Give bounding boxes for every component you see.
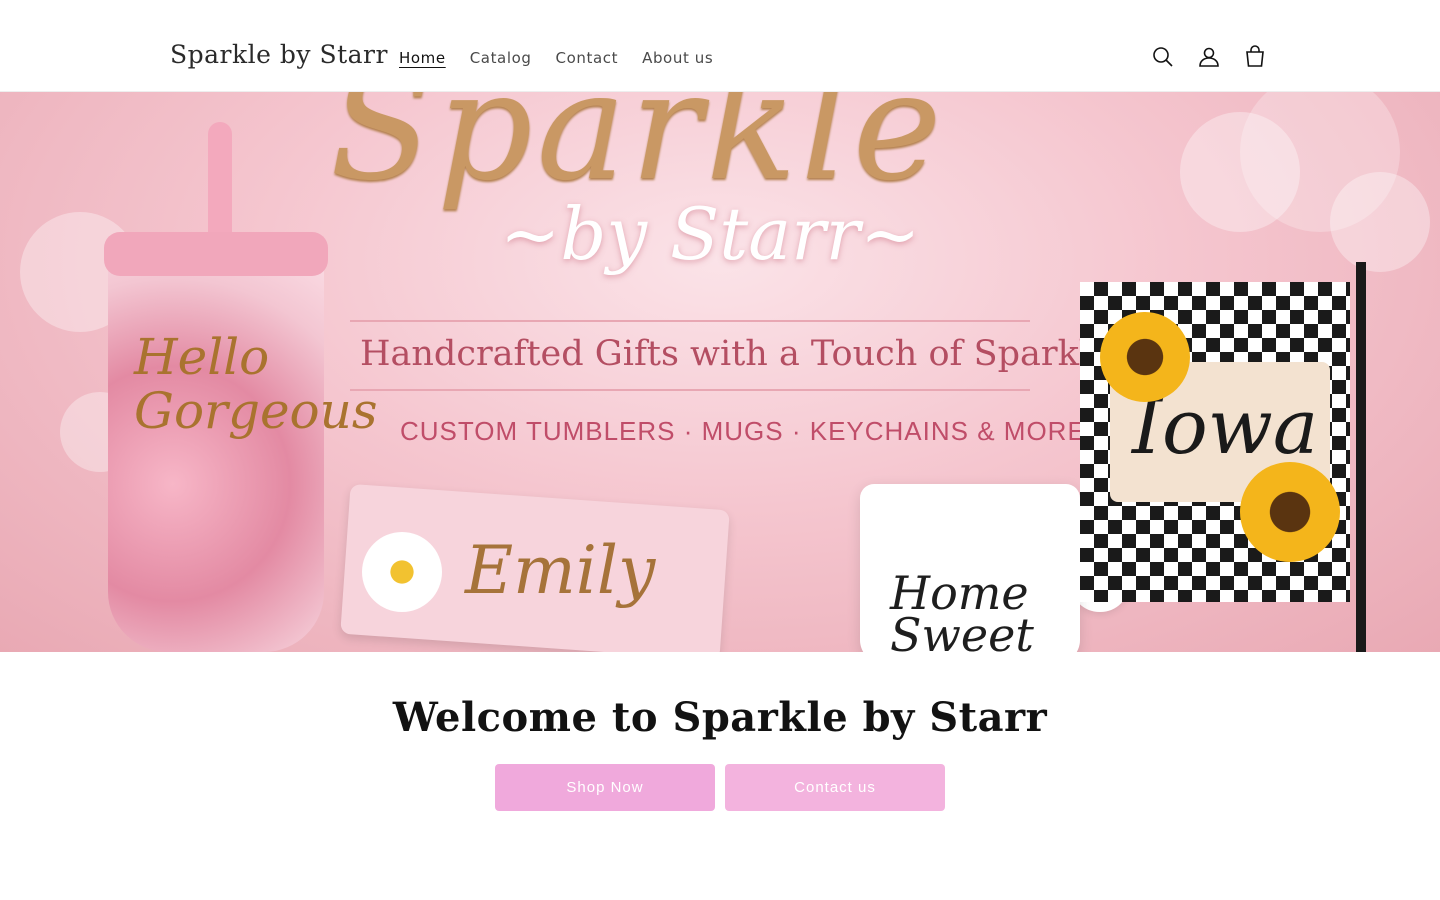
contact-us-button[interactable]: Contact us: [725, 764, 945, 811]
hero-tagline: Handcrafted Gifts with a Touch of Sparkl…: [360, 334, 1111, 374]
nav-home[interactable]: Home: [387, 46, 458, 70]
sunflower: [1100, 312, 1190, 402]
nav-contact[interactable]: Contact: [544, 46, 631, 70]
glitter-tumbler-image: [108, 232, 324, 652]
nav-catalog[interactable]: Catalog: [458, 46, 544, 70]
main-nav: Home Catalog Contact About us: [387, 46, 725, 70]
hero-products-line: CUSTOM TUMBLERS · MUGS · KEYCHAINS & MOR…: [400, 416, 1086, 446]
hero-subtitle: ~by Starr~: [500, 192, 921, 276]
tumbler-lid: [104, 232, 328, 276]
account-icon[interactable]: [1196, 44, 1222, 70]
keychain-text: Emily: [465, 532, 656, 609]
shop-now-button[interactable]: Shop Now: [495, 764, 715, 811]
sunflower: [1240, 462, 1340, 562]
welcome-heading: Welcome to Sparkle by Starr: [392, 694, 1048, 741]
hero-divider: [350, 320, 1030, 322]
search-icon[interactable]: [1150, 44, 1176, 70]
nav-about-us[interactable]: About us: [630, 46, 725, 70]
hero-banner: Sparkle ~by Starr~ Handcrafted Gifts wit…: [0, 92, 1440, 652]
header-icons: [1150, 44, 1268, 70]
daisy-flower: [362, 532, 442, 612]
tumbler-text: Hello Gorgeous: [134, 328, 378, 440]
mug-text: Home Sweet: [890, 566, 1034, 652]
hero-divider: [350, 389, 1030, 391]
site-logo[interactable]: Sparkle by Starr: [170, 40, 388, 70]
cart-icon[interactable]: [1242, 44, 1268, 70]
site-header: Sparkle by Starr Home Catalog Contact Ab…: [0, 0, 1440, 92]
flag-pole: [1356, 262, 1366, 652]
